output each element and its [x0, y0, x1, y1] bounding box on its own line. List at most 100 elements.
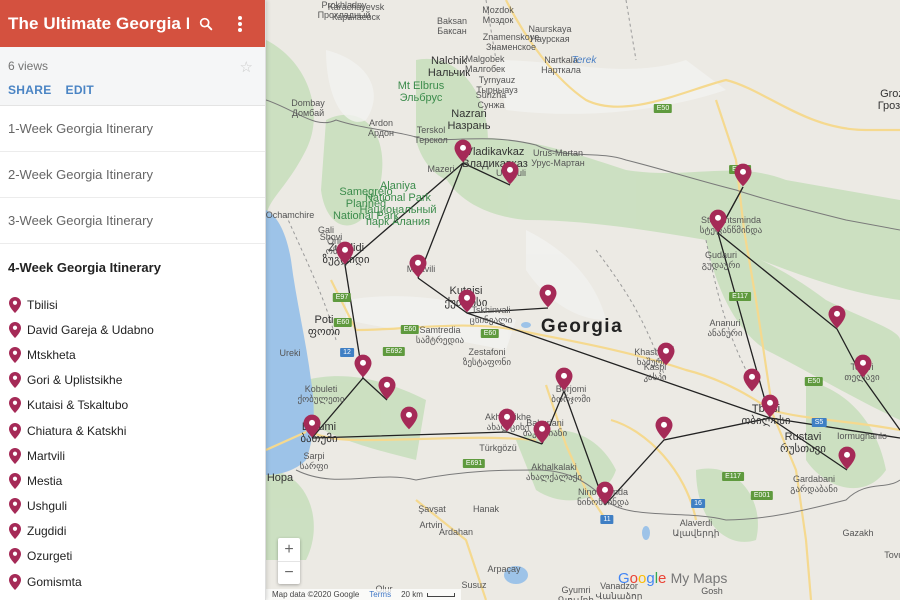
- map-marker[interactable]: [498, 408, 516, 432]
- place-item[interactable]: Zugdidi: [0, 519, 265, 544]
- map-pin-icon: [9, 447, 21, 464]
- map-pin-icon: [9, 498, 21, 515]
- map-pin-icon: [9, 523, 21, 540]
- place-item[interactable]: Mestia: [0, 468, 265, 493]
- more-vert-icon: [238, 15, 242, 32]
- google-my-maps-logo: Google My Maps: [618, 570, 728, 587]
- map-marker[interactable]: [533, 420, 551, 444]
- place-item[interactable]: Gori & Uplistsikhe: [0, 368, 265, 393]
- layer-3-week[interactable]: 3-Week Georgia Itinerary: [0, 198, 265, 244]
- map-marker[interactable]: [409, 254, 427, 278]
- map-pin-icon: [9, 573, 21, 590]
- map-marker[interactable]: [838, 446, 856, 470]
- road-shield: E60: [480, 329, 500, 338]
- place-label: Nazran Назрань: [447, 108, 491, 132]
- place-label: Gyumri Գյումրի: [558, 585, 594, 600]
- search-button[interactable]: [189, 7, 223, 41]
- place-label: Türkgözü: [479, 443, 517, 453]
- zoom-out-button[interactable]: −: [278, 561, 300, 584]
- map-pin-icon: [9, 548, 21, 565]
- place-label: Ardahan: [438, 527, 474, 537]
- zoom-in-button[interactable]: +: [278, 538, 300, 561]
- map-marker[interactable]: [454, 139, 472, 163]
- place-name: Ushguli: [27, 499, 68, 514]
- map-pin-icon: [9, 422, 21, 439]
- place-label: Akhalkalaki ახალქალაქი: [525, 462, 583, 482]
- place-item[interactable]: Mtskheta: [0, 342, 265, 367]
- road-shield: 11: [600, 515, 614, 524]
- place-label: Gardabani გარდაბანი: [790, 474, 838, 494]
- place-label: Ochamchire: [266, 210, 315, 220]
- map-marker[interactable]: [743, 368, 761, 392]
- map-marker[interactable]: [555, 367, 573, 391]
- place-name: Tbilisi: [27, 297, 58, 312]
- share-button[interactable]: SHARE: [8, 83, 52, 97]
- road-shield: E692: [382, 347, 406, 356]
- map-canvas[interactable]: Karachayevsk Карачаевск Mt Elbrus Эльбрус Do…: [266, 0, 900, 600]
- place-label: Gazakh: [842, 528, 874, 538]
- place-name: David Gareja & Udabno: [27, 322, 154, 337]
- place-item[interactable]: Martvili: [0, 443, 265, 468]
- place-name: Zugdidi: [27, 524, 67, 539]
- place-item[interactable]: Ushguli: [0, 494, 265, 519]
- place-name: Mtskheta: [27, 347, 76, 362]
- place-label: Kobuleti ქობულეთი: [297, 384, 345, 404]
- map-marker[interactable]: [709, 209, 727, 233]
- place-item[interactable]: Kutaisi & Tskaltubo: [0, 393, 265, 418]
- place-name: Chiatura & Katskhi: [27, 423, 127, 438]
- scale-label: 20 km: [401, 590, 423, 599]
- map-marker[interactable]: [378, 376, 396, 400]
- map-pin-icon: [9, 346, 21, 363]
- layer-1-week[interactable]: 1-Week Georgia Itinerary: [0, 106, 265, 152]
- map-marker[interactable]: [734, 163, 752, 187]
- road-shield: E60: [333, 318, 353, 327]
- more-options-button[interactable]: [223, 7, 257, 41]
- map-marker[interactable]: [828, 305, 846, 329]
- map-marker[interactable]: [596, 481, 614, 505]
- layer-2-week[interactable]: 2-Week Georgia Itinerary: [0, 152, 265, 198]
- map-base: [266, 0, 900, 600]
- place-label: Iormughanlo: [836, 431, 888, 441]
- map-title[interactable]: The Ultimate Georgia Iti...: [8, 14, 189, 34]
- place-label: Susuz: [461, 580, 487, 590]
- terms-link[interactable]: Terms: [369, 590, 391, 599]
- map-marker[interactable]: [501, 161, 519, 185]
- map-marker[interactable]: [303, 414, 321, 438]
- place-label: Naurskaya Наурская: [528, 24, 572, 44]
- edit-button[interactable]: EDIT: [66, 83, 95, 97]
- place-label: Dombay Домбай: [291, 98, 325, 118]
- place-item[interactable]: Chiatura & Katskhi: [0, 418, 265, 443]
- place-label: Mazeri: [427, 164, 455, 174]
- attribution-text: Map data ©2020 Google: [272, 590, 360, 599]
- map-marker[interactable]: [458, 289, 476, 313]
- map-marker[interactable]: [539, 284, 557, 308]
- map-marker[interactable]: [655, 416, 673, 440]
- place-label: Nalchik Нальчик: [427, 55, 471, 79]
- place-label: Terek: [571, 55, 597, 66]
- place-item[interactable]: David Gareja & Udabno: [0, 317, 265, 342]
- map-marker[interactable]: [761, 394, 779, 418]
- map-marker[interactable]: [854, 354, 872, 378]
- my-maps-app: The Ultimate Georgia Iti... 6 views ☆ SH…: [0, 0, 900, 600]
- road-shield: E97: [332, 293, 352, 302]
- place-label: Tovuz: [884, 550, 900, 560]
- place-label: Samegrelo Planned National Park: [332, 186, 400, 222]
- layer-4-week[interactable]: 4-Week Georgia Itinerary: [0, 244, 265, 290]
- map-marker[interactable]: [400, 406, 418, 430]
- star-outline-icon: ☆: [239, 59, 253, 76]
- place-item[interactable]: Tbilisi: [0, 292, 265, 317]
- place-label: Arpaçay: [487, 564, 521, 574]
- place-label: Baksan Баксан: [436, 16, 468, 36]
- place-label: Samtredia სამტრედია: [415, 325, 465, 345]
- place-item[interactable]: Ozurgeti: [0, 544, 265, 569]
- map-marker[interactable]: [336, 241, 354, 265]
- road-shield: E001: [750, 491, 774, 500]
- lake: [521, 322, 531, 328]
- star-button[interactable]: ☆: [240, 58, 253, 76]
- place-item[interactable]: Gomismta: [0, 569, 265, 594]
- place-label: Zestafoni ზესტაფონი: [462, 347, 512, 367]
- road-shield: E50: [653, 104, 673, 113]
- map-marker[interactable]: [657, 342, 675, 366]
- place-label: Gudauri გუდაური: [701, 250, 741, 270]
- map-marker[interactable]: [354, 354, 372, 378]
